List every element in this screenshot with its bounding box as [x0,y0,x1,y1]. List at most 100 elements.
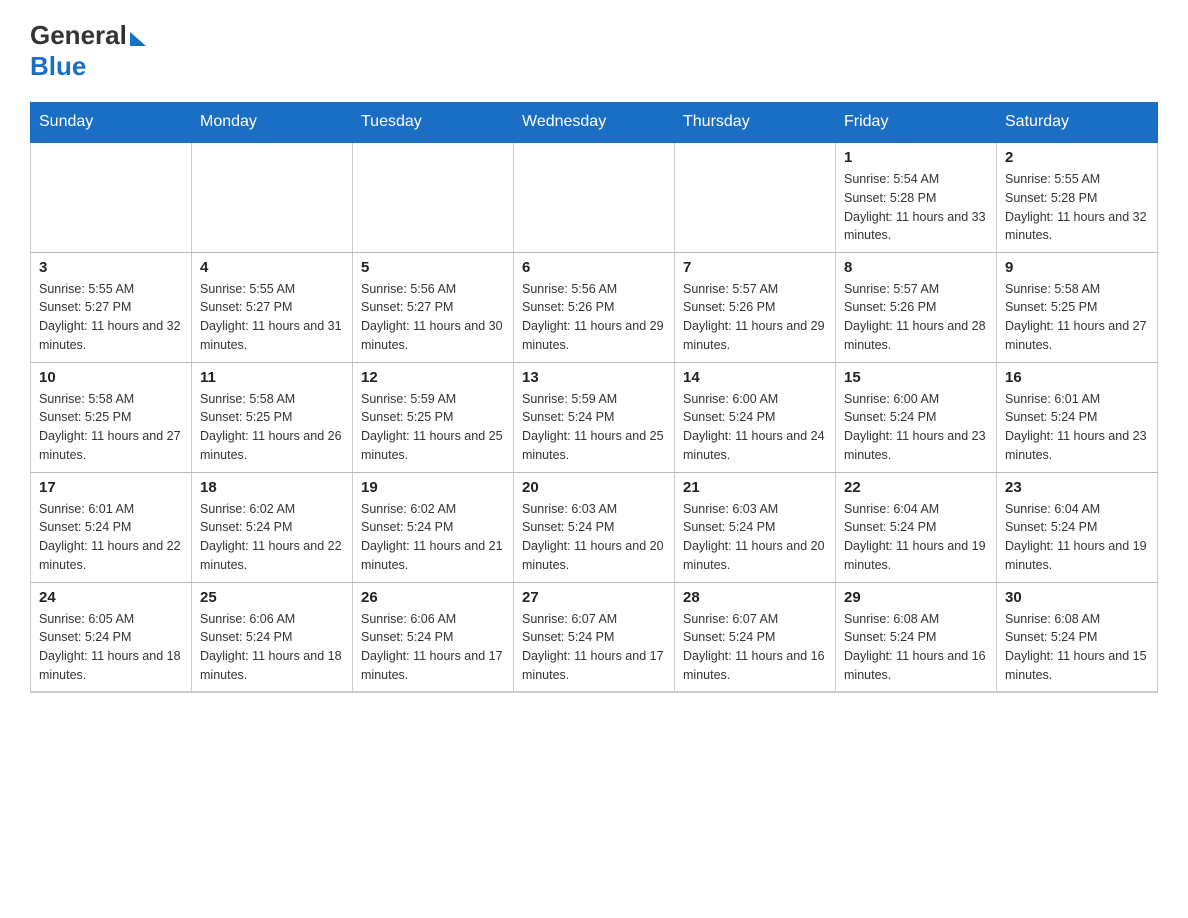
day-number: 21 [683,479,827,496]
calendar-cell: 17 Sunrise: 6:01 AMSunset: 5:24 PMDayligh… [31,472,192,582]
day-number: 15 [844,369,988,386]
calendar-cell: 14 Sunrise: 6:00 AMSunset: 5:24 PMDayligh… [675,362,836,472]
calendar-week-row: 1 Sunrise: 5:54 AMSunset: 5:28 PMDaylight… [31,142,1158,252]
calendar-cell: 5 Sunrise: 5:56 AMSunset: 5:27 PMDaylight… [353,252,514,362]
calendar-cell: 1 Sunrise: 5:54 AMSunset: 5:28 PMDaylight… [836,142,997,252]
day-info: Sunrise: 6:00 AMSunset: 5:24 PMDaylight:… [844,390,988,465]
calendar-week-row: 10 Sunrise: 5:58 AMSunset: 5:25 PMDayligh… [31,362,1158,472]
day-info: Sunrise: 6:04 AMSunset: 5:24 PMDaylight:… [1005,500,1149,575]
logo-general-text: General [30,20,127,51]
day-info: Sunrise: 5:59 AMSunset: 5:25 PMDaylight:… [361,390,505,465]
day-number: 10 [39,369,183,386]
day-number: 19 [361,479,505,496]
day-number: 4 [200,259,344,276]
day-info: Sunrise: 6:00 AMSunset: 5:24 PMDaylight:… [683,390,827,465]
day-info: Sunrise: 6:05 AMSunset: 5:24 PMDaylight:… [39,610,183,685]
calendar-week-row: 3Sunrise: 5:55 AMSunset: 5:27 PMDaylight… [31,252,1158,362]
calendar-cell [514,142,675,252]
calendar-cell: 3Sunrise: 5:55 AMSunset: 5:27 PMDaylight… [31,252,192,362]
day-info: Sunrise: 6:02 AMSunset: 5:24 PMDaylight:… [200,500,344,575]
day-number: 13 [522,369,666,386]
calendar-cell: 16 Sunrise: 6:01 AMSunset: 5:24 PMDayligh… [997,362,1158,472]
calendar-body: 1 Sunrise: 5:54 AMSunset: 5:28 PMDaylight… [31,142,1158,692]
calendar-cell [31,142,192,252]
calendar-cell: 26 Sunrise: 6:06 AMSunset: 5:24 PMDayligh… [353,582,514,692]
day-info: Sunrise: 6:02 AMSunset: 5:24 PMDaylight:… [361,500,505,575]
day-number: 20 [522,479,666,496]
day-info: Sunrise: 5:55 AMSunset: 5:28 PMDaylight:… [1005,170,1149,245]
day-number: 16 [1005,369,1149,386]
day-info: Sunrise: 6:08 AMSunset: 5:24 PMDaylight:… [1005,610,1149,685]
day-number: 17 [39,479,183,496]
day-number: 5 [361,259,505,276]
calendar-cell: 30 Sunrise: 6:08 AMSunset: 5:24 PMDayligh… [997,582,1158,692]
calendar-cell: 4 Sunrise: 5:55 AMSunset: 5:27 PMDaylight… [192,252,353,362]
day-info: Sunrise: 5:56 AMSunset: 5:27 PMDaylight:… [361,280,505,355]
calendar-header: SundayMondayTuesdayWednesdayThursdayFrid… [31,103,1158,143]
day-info: Sunrise: 6:07 AMSunset: 5:24 PMDaylight:… [522,610,666,685]
day-number: 23 [1005,479,1149,496]
calendar-week-row: 24Sunrise: 6:05 AMSunset: 5:24 PMDayligh… [31,582,1158,692]
day-number: 2 [1005,149,1149,166]
day-number: 6 [522,259,666,276]
calendar-cell: 19 Sunrise: 6:02 AMSunset: 5:24 PMDayligh… [353,472,514,582]
weekday-header-friday: Friday [836,103,997,143]
calendar-cell: 13 Sunrise: 5:59 AMSunset: 5:24 PMDayligh… [514,362,675,472]
calendar-cell: 12 Sunrise: 5:59 AMSunset: 5:25 PMDayligh… [353,362,514,472]
calendar-cell [675,142,836,252]
logo-arrow-icon [130,32,146,46]
calendar-cell: 20 Sunrise: 6:03 AMSunset: 5:24 PMDayligh… [514,472,675,582]
weekday-header-thursday: Thursday [675,103,836,143]
day-number: 25 [200,589,344,606]
day-number: 22 [844,479,988,496]
day-info: Sunrise: 6:01 AMSunset: 5:24 PMDaylight:… [39,500,183,575]
day-info: Sunrise: 5:55 AMSunset: 5:27 PMDaylight:… [39,280,183,355]
calendar-cell: 2 Sunrise: 5:55 AMSunset: 5:28 PMDaylight… [997,142,1158,252]
calendar-cell: 18 Sunrise: 6:02 AMSunset: 5:24 PMDayligh… [192,472,353,582]
day-number: 12 [361,369,505,386]
day-info: Sunrise: 6:03 AMSunset: 5:24 PMDaylight:… [683,500,827,575]
day-number: 8 [844,259,988,276]
day-info: Sunrise: 6:01 AMSunset: 5:24 PMDaylight:… [1005,390,1149,465]
day-info: Sunrise: 6:06 AMSunset: 5:24 PMDaylight:… [361,610,505,685]
day-info: Sunrise: 5:54 AMSunset: 5:28 PMDaylight:… [844,170,988,245]
day-number: 27 [522,589,666,606]
calendar-table: SundayMondayTuesdayWednesdayThursdayFrid… [30,102,1158,693]
day-info: Sunrise: 6:03 AMSunset: 5:24 PMDaylight:… [522,500,666,575]
day-info: Sunrise: 5:57 AMSunset: 5:26 PMDaylight:… [844,280,988,355]
day-number: 9 [1005,259,1149,276]
day-info: Sunrise: 5:55 AMSunset: 5:27 PMDaylight:… [200,280,344,355]
calendar-cell: 11Sunrise: 5:58 AMSunset: 5:25 PMDayligh… [192,362,353,472]
day-number: 30 [1005,589,1149,606]
weekday-header-tuesday: Tuesday [353,103,514,143]
weekday-header-monday: Monday [192,103,353,143]
calendar-cell: 10Sunrise: 5:58 AMSunset: 5:25 PMDayligh… [31,362,192,472]
day-number: 14 [683,369,827,386]
calendar-cell [353,142,514,252]
calendar-cell: 28 Sunrise: 6:07 AMSunset: 5:24 PMDayligh… [675,582,836,692]
calendar-cell: 15 Sunrise: 6:00 AMSunset: 5:24 PMDayligh… [836,362,997,472]
page-header: General Blue [30,20,1158,82]
weekday-header-saturday: Saturday [997,103,1158,143]
day-info: Sunrise: 5:58 AMSunset: 5:25 PMDaylight:… [200,390,344,465]
day-info: Sunrise: 5:58 AMSunset: 5:25 PMDaylight:… [1005,280,1149,355]
day-info: Sunrise: 5:56 AMSunset: 5:26 PMDaylight:… [522,280,666,355]
day-info: Sunrise: 6:07 AMSunset: 5:24 PMDaylight:… [683,610,827,685]
day-info: Sunrise: 6:06 AMSunset: 5:24 PMDaylight:… [200,610,344,685]
calendar-week-row: 17 Sunrise: 6:01 AMSunset: 5:24 PMDayligh… [31,472,1158,582]
calendar-cell: 8 Sunrise: 5:57 AMSunset: 5:26 PMDaylight… [836,252,997,362]
day-number: 26 [361,589,505,606]
day-number: 1 [844,149,988,166]
weekday-header-row: SundayMondayTuesdayWednesdayThursdayFrid… [31,103,1158,143]
calendar-cell: 21 Sunrise: 6:03 AMSunset: 5:24 PMDayligh… [675,472,836,582]
day-number: 29 [844,589,988,606]
logo-blue-text: Blue [30,51,86,81]
calendar-cell: 27 Sunrise: 6:07 AMSunset: 5:24 PMDayligh… [514,582,675,692]
calendar-cell: 22Sunrise: 6:04 AMSunset: 5:24 PMDayligh… [836,472,997,582]
day-number: 28 [683,589,827,606]
logo: General Blue [30,20,146,82]
day-info: Sunrise: 5:59 AMSunset: 5:24 PMDaylight:… [522,390,666,465]
calendar-cell: 7Sunrise: 5:57 AMSunset: 5:26 PMDaylight… [675,252,836,362]
day-number: 18 [200,479,344,496]
weekday-header-wednesday: Wednesday [514,103,675,143]
